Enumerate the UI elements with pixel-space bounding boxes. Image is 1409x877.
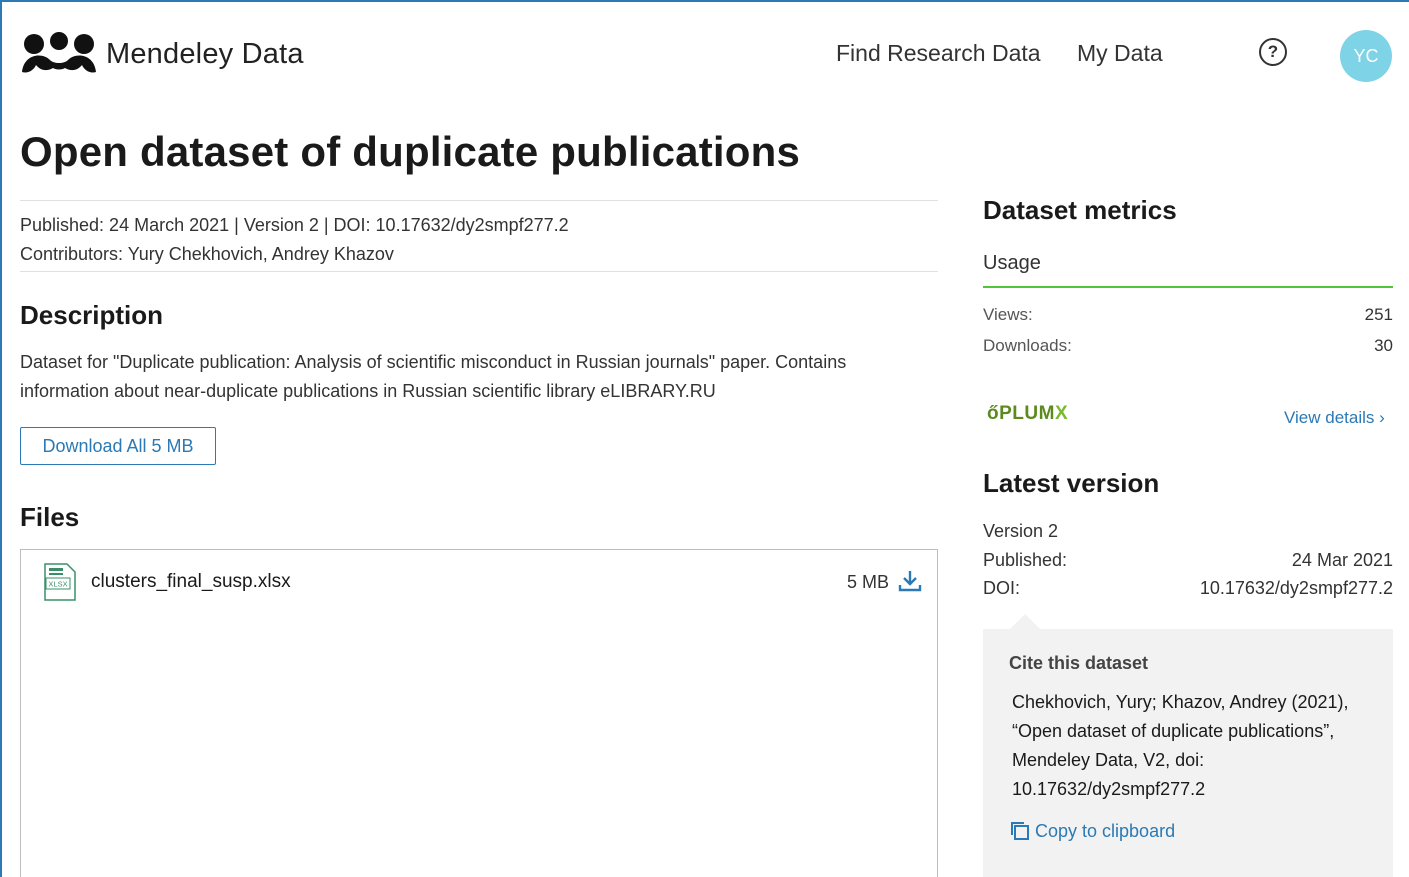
copy-icon — [1011, 822, 1029, 840]
user-avatar[interactable]: YC — [1340, 30, 1392, 82]
views-label: Views: — [983, 305, 1033, 324]
citation-line: “Open dataset of duplicate publications”… — [1012, 721, 1335, 741]
published-label: Published: — [983, 550, 1068, 570]
doi-label: DOI: — [983, 578, 1021, 598]
downloads-value: 30 — [1374, 336, 1393, 355]
cite-box-notch — [1010, 614, 1040, 629]
citation-line: 10.17632/dy2smpf277.2 — [1012, 779, 1206, 799]
xlsx-icon-label: XLSX — [48, 580, 67, 589]
view-details-link[interactable]: View details › — [1284, 408, 1385, 428]
citation-line: Mendeley Data, V2, doi: — [1012, 750, 1205, 770]
xlsx-file-icon: XLSX — [44, 563, 76, 601]
views-value: 251 — [1364, 305, 1393, 324]
published-value: 24 Mar 2021 — [1291, 550, 1393, 570]
metric-downloads: Downloads: 30 — [983, 336, 1393, 356]
plumx-logo-x: X — [1054, 403, 1069, 424]
mendeley-logo[interactable]: Mendeley Data — [20, 32, 304, 76]
file-row[interactable]: XLSX clusters_final_susp.xlsx 5 MB — [43, 562, 923, 602]
downloads-label: Downloads: — [983, 336, 1072, 355]
dataset-metrics-heading: Dataset metrics — [983, 195, 1177, 225]
files-heading: Files — [20, 502, 80, 532]
cite-heading: Cite this dataset — [1009, 653, 1149, 673]
version-row: Version 2 — [983, 521, 1393, 542]
citation-line: Chekhovich, Yury; Khazov, Andrey (2021), — [1012, 692, 1349, 712]
usage-tab-indicator — [983, 286, 1393, 288]
publication-info: Published: 24 March 2021 | Version 2 | D… — [20, 215, 569, 235]
site-header: Mendeley Data Find Research Data My Data… — [2, 2, 1409, 102]
plumx-logo: őPLUMX — [987, 403, 1068, 425]
copy-label: Copy to clipboard — [1035, 820, 1176, 841]
version-label: Version 2 — [983, 521, 1059, 541]
nav-find-research-data[interactable]: Find Research Data — [836, 40, 1041, 67]
plumx-logo-text: PLUM — [999, 403, 1055, 424]
file-size: 5 MB — [846, 571, 889, 592]
copy-to-clipboard-button[interactable]: Copy to clipboard — [1009, 820, 1367, 842]
files-list: XLSX clusters_final_susp.xlsx 5 MB — [20, 549, 938, 877]
citation-text: Chekhovich, Yury; Khazov, Andrey (2021),… — [1009, 688, 1367, 804]
nav-my-data[interactable]: My Data — [1077, 40, 1163, 67]
dataset-meta: Published: 24 March 2021 | Version 2 | D… — [20, 200, 938, 272]
doi-row: DOI: 10.17632/dy2smpf277.2 — [983, 578, 1393, 599]
mendeley-logo-icon — [22, 32, 96, 73]
description-text: Dataset for "Duplicate publication: Anal… — [20, 352, 847, 401]
cite-dataset-box: Cite this dataset Chekhovich, Yury; Khaz… — [983, 629, 1393, 877]
logo-text: Mendeley Data — [106, 37, 304, 70]
plumx-mark-icon: ő — [987, 403, 1000, 424]
description-heading: Description — [20, 300, 164, 330]
question-circle-icon[interactable]: ? — [1259, 38, 1287, 66]
metric-views: Views: 251 — [983, 305, 1393, 325]
doi-value[interactable]: 10.17632/dy2smpf277.2 — [1200, 578, 1393, 599]
download-all-button[interactable]: Download All 5 MB — [20, 427, 216, 465]
tab-usage[interactable]: Usage — [983, 252, 1041, 275]
published-row: Published: 24 Mar 2021 — [983, 550, 1393, 571]
download-icon[interactable] — [897, 568, 923, 594]
file-name[interactable]: clusters_final_susp.xlsx — [91, 571, 291, 593]
latest-version-heading: Latest version — [983, 468, 1160, 498]
page-title: Open dataset of duplicate publications — [20, 128, 801, 175]
contributors: Contributors: Yury Chekhovich, Andrey Kh… — [20, 244, 394, 264]
